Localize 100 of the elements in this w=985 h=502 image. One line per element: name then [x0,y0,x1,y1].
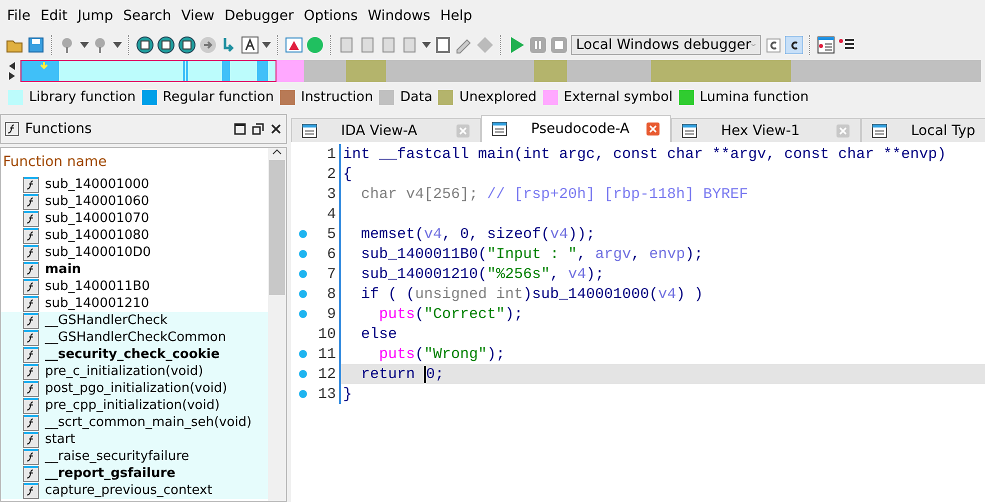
breakpoint-dot[interactable] [299,230,307,238]
code-line: puts("Wrong"); [378,346,506,362]
panel-title: Functions [25,121,93,137]
function-row[interactable]: pre_cpp_initialization(void) [1,397,268,414]
function-name: __security_check_cookie [45,347,220,362]
function-icon [23,228,39,244]
column-header[interactable]: Function name [1,148,268,176]
line-number: 4 [326,206,337,222]
caret-icon[interactable] [80,42,89,48]
play-icon[interactable] [508,36,526,54]
navigation-band[interactable] [20,60,981,82]
chevron-icon [751,42,756,48]
function-name: __GSHandlerCheck [45,313,168,328]
function-row[interactable]: __raise_securityfailure [1,448,268,465]
stop-icon[interactable] [550,36,568,54]
function-name: sub_1400011B0 [45,279,150,294]
line-number: 13 [316,386,337,402]
function-row[interactable]: pre_c_initialization(void) [1,363,268,380]
c-icon[interactable] [764,36,782,54]
function-row[interactable]: __GSHandlerCheckCommon [1,329,268,346]
window-icon [682,124,697,138]
function-name: capture_previous_context [45,483,212,498]
line-number: 8 [326,286,337,302]
menu-item[interactable]: Search [118,8,176,24]
menu-item[interactable]: Jump [72,8,118,24]
scroll-arrows-icon[interactable] [8,61,16,81]
function-icon [23,432,39,448]
code-line: memset(v4, 0, sizeof(v4)); [360,226,596,242]
menu-item[interactable]: Debugger [219,8,299,24]
caret-icon[interactable] [422,42,431,48]
window-icon [872,124,887,138]
breakpoint-dot[interactable] [299,350,307,358]
tab[interactable]: IDA View-A [291,118,481,142]
line-number: 1 [326,146,337,162]
code-line: int __fastcall main(int argc, const char **argv, const char **envp) [342,146,946,162]
diamond-icon[interactable] [476,36,494,54]
function-row[interactable]: __security_check_cookie [1,346,268,363]
function-row[interactable]: start [1,431,268,448]
function-icon [23,278,39,294]
breakpoint-dot[interactable] [299,390,307,398]
line-number: 5 [326,226,337,242]
save-icon[interactable] [27,36,45,54]
menu-item[interactable]: Windows [362,8,436,24]
image-icon[interactable] [285,36,303,54]
record-icon[interactable] [306,36,324,54]
function-row[interactable]: post_pgo_initialization(void) [1,380,268,397]
list-icon[interactable] [817,36,835,54]
function-icon [23,448,39,464]
tab[interactable]: Hex View-1 [671,118,861,142]
function-name: sub_140001060 [45,194,150,209]
function-name: __raise_securityfailure [45,449,190,464]
float-icon[interactable] [252,123,264,135]
function-icon [23,330,39,346]
close-icon[interactable] [270,123,282,135]
code-line: } [342,386,352,402]
menu-item[interactable]: Options [298,8,363,24]
text-icon[interactable] [241,36,259,54]
legend-label: Instruction [300,89,374,105]
breakpoint-dot[interactable] [299,250,307,258]
legend-label: Lumina function [700,89,809,105]
code-line: sub_140001210("%256s", v4); [360,266,604,282]
function-name: sub_140001210 [45,296,150,311]
function-row[interactable]: __GSHandlerCheck [1,312,268,329]
function-row[interactable]: __scrt_common_main_seh(void) [1,414,268,431]
menu-item[interactable]: Edit [35,8,73,24]
breakpoint-dot[interactable] [299,310,307,318]
scrollbar[interactable] [268,148,286,501]
c-icon[interactable] [785,36,803,54]
caret-icon[interactable] [262,42,271,48]
menu-item[interactable]: File [2,8,36,24]
tab[interactable]: Pseudocode-A [481,115,671,142]
function-name: sub_140001070 [45,211,150,226]
function-row[interactable]: __report_gsfailure [1,465,268,482]
function-row[interactable]: capture_previous_context [1,482,268,499]
breakpoint-dot[interactable] [299,270,307,278]
menu-item[interactable]: Help [435,8,478,24]
function-icon [23,262,39,278]
debugger-select[interactable]: Local Windows debugger [571,35,761,55]
function-icon [23,364,39,380]
tab[interactable]: Local Typ [861,118,985,142]
function-icon [23,466,39,482]
pause-icon[interactable] [529,36,547,54]
jump-icon[interactable] [199,36,217,54]
function-name: post_pgo_initialization(void) [45,381,228,396]
legend-label: Regular function [162,89,274,105]
menu-item[interactable]: View [176,8,220,24]
breakpoint-dot[interactable] [299,370,307,378]
window-icon [492,122,507,136]
maximize-icon[interactable] [234,123,246,135]
line-number: 12 [316,366,337,382]
scroll-up-icon [272,148,282,156]
caret-icon[interactable] [113,42,122,48]
function-icon [23,380,39,396]
breakpoint-dot[interactable] [299,290,307,298]
legend-label: External symbol [564,89,673,105]
function-name: main [45,262,82,277]
function-icon [23,244,39,260]
function-name: __report_gsfailure [45,466,176,481]
function-name: sub_1400010D0 [45,245,151,260]
code-line: sub_1400011B0("Input : ", argv, envp); [360,246,704,262]
